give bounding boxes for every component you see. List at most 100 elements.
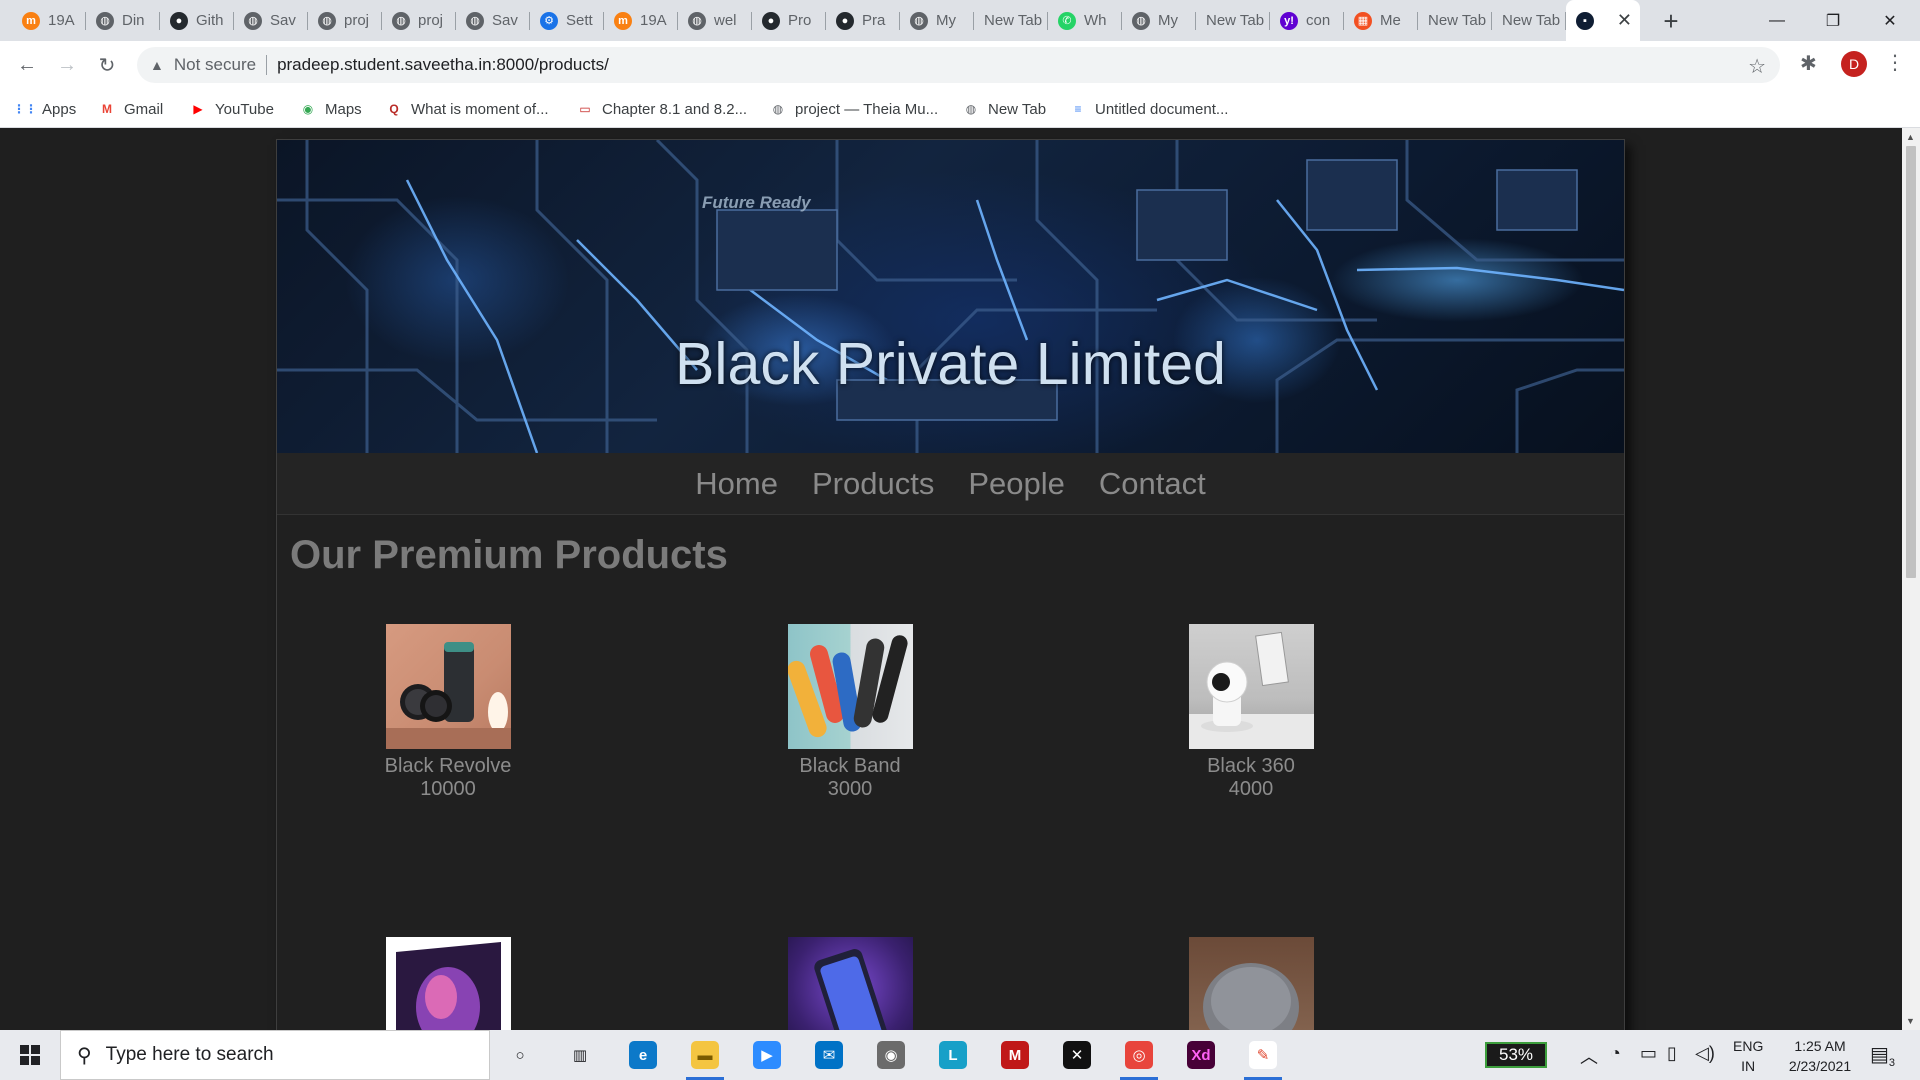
page-scrollbar[interactable]: ▲ ▼ — [1902, 128, 1920, 1030]
product-image-smartwatch-speaker[interactable] — [385, 624, 511, 749]
l-app-icon[interactable]: L — [928, 1035, 978, 1075]
nav-home[interactable]: Home — [695, 466, 778, 502]
bookmark-item[interactable]: ▶ YouTube — [190, 99, 274, 119]
browser-tab[interactable]: ◍ My — [900, 0, 974, 41]
taskbar-search[interactable]: ⚲ Type here to search — [60, 1030, 490, 1080]
forward-arrow-icon[interactable]: → — [51, 49, 83, 81]
meet-now-icon[interactable]: ▭ — [1640, 1043, 1657, 1064]
browser-tab[interactable]: ◍ Sav — [234, 0, 308, 41]
bookmark-item[interactable]: Q What is moment of... — [386, 99, 548, 119]
extensions-puzzle-icon[interactable]: ✱ — [1800, 51, 1817, 76]
wifi-icon[interactable]: ◔ — [1610, 1043, 1621, 1064]
scrollbar-thumb[interactable] — [1906, 146, 1916, 578]
browser-tab[interactable]: m 19A — [604, 0, 678, 41]
camera-icon[interactable]: ◉ — [866, 1035, 916, 1075]
circuit-board-art — [277, 140, 1624, 453]
browser-tab[interactable]: New Tab — [1196, 0, 1270, 41]
bookmark-item[interactable]: ▭ Chapter 8.1 and 8.2... — [577, 99, 747, 119]
product-card[interactable] — [348, 937, 548, 1030]
browser-tab[interactable]: ◍ My — [1122, 0, 1196, 41]
bookmark-label: Maps — [325, 100, 362, 118]
paint-icon[interactable]: ✎ — [1238, 1035, 1288, 1080]
browser-tab[interactable]: ◍ Sav — [456, 0, 530, 41]
globe-icon: ◍ — [392, 11, 410, 30]
windows-start-icon[interactable] — [0, 1030, 60, 1080]
browser-tab[interactable]: y! con — [1270, 0, 1344, 41]
product-card[interactable]: Black Revolve 10000 — [348, 624, 548, 801]
bookmark-item[interactable]: ≡ Untitled document... — [1070, 99, 1228, 119]
mcafee-icon[interactable]: M — [990, 1035, 1040, 1075]
product-image-smart-speaker[interactable] — [1188, 937, 1314, 1030]
browser-tab[interactable]: ● Pra — [826, 0, 900, 41]
product-image-tv[interactable] — [385, 937, 511, 1030]
task-view-glyph: ▥ — [572, 1047, 588, 1064]
volume-icon[interactable]: ◁) — [1695, 1043, 1715, 1064]
nav-people[interactable]: People — [968, 466, 1065, 502]
menu-kebab-icon[interactable]: ⋮ — [1885, 50, 1905, 75]
globe-icon: ◍ — [1132, 11, 1150, 30]
bookmark-star-icon[interactable]: ☆ — [1748, 54, 1766, 79]
xbox-icon[interactable]: ✕ — [1052, 1035, 1102, 1075]
browser-tab[interactable]: ◍ proj — [382, 0, 456, 41]
bookmark-item[interactable]: M Gmail — [99, 99, 163, 119]
nav-contact[interactable]: Contact — [1099, 466, 1206, 502]
task-view-icon[interactable]: ▥ — [555, 1035, 605, 1075]
address-bar[interactable]: ▲ Not secure pradeep.student.saveetha.in… — [137, 47, 1780, 83]
product-card[interactable] — [750, 937, 950, 1030]
youtube-icon: ▶ — [193, 102, 203, 116]
system-clock[interactable]: 1:25 AM 2/23/2021 — [1770, 1036, 1870, 1076]
product-card[interactable]: Black 360 4000 — [1151, 624, 1351, 801]
browser-tab[interactable]: New Tab — [974, 0, 1048, 41]
l-app-glyph: L — [939, 1041, 967, 1069]
browser-tab[interactable]: New Tab — [1492, 0, 1566, 41]
globe-icon: ◍ — [96, 11, 114, 30]
bookmarks-bar: ⋮⋮ Apps M Gmail ▶ YouTube ◉ Maps Q What is moment… — [0, 89, 1920, 128]
chrome-icon[interactable]: ◎ — [1114, 1035, 1164, 1080]
reload-icon[interactable]: ↻ — [91, 49, 123, 81]
browser-tab[interactable]: ◍ wel — [678, 0, 752, 41]
nav-products[interactable]: Products — [812, 466, 934, 502]
browser-tab[interactable]: ● Pro — [752, 0, 826, 41]
cortana-icon[interactable]: ○ — [495, 1035, 545, 1075]
product-card[interactable]: Black Band 3000 — [750, 624, 950, 801]
tab-close-icon[interactable]: ✕ — [1617, 11, 1632, 29]
battery-icon[interactable]: ▯ — [1667, 1043, 1677, 1064]
window-close-button[interactable]: ✕ — [1860, 0, 1920, 41]
edge-icon[interactable]: e — [618, 1035, 668, 1075]
edge-glyph: e — [629, 1041, 657, 1069]
product-image-security-camera[interactable] — [1188, 624, 1314, 749]
apps-grid-icon: ⋮⋮ — [13, 102, 37, 116]
profile-avatar[interactable]: D — [1841, 51, 1867, 77]
security-label[interactable]: Not secure — [174, 55, 256, 75]
browser-tab[interactable]: m 19A — [12, 0, 86, 41]
language-indicator[interactable]: ENG IN — [1733, 1036, 1763, 1076]
minimize-button[interactable]: — — [1747, 0, 1807, 41]
adobe-xd-icon[interactable]: Xd — [1176, 1035, 1226, 1075]
product-image-fitness-bands[interactable] — [787, 624, 913, 749]
browser-tab[interactable]: ◍ Din — [86, 0, 160, 41]
browser-tab[interactable]: ⚙ Sett — [530, 0, 604, 41]
bookmark-item[interactable]: ◍ New Tab — [963, 99, 1046, 119]
chevron-up-icon[interactable]: ︿ — [1580, 1043, 1598, 1069]
restore-button[interactable]: ❐ — [1803, 0, 1863, 41]
browser-tab[interactable]: ▦ Me — [1344, 0, 1418, 41]
file-explorer-icon[interactable]: ▬ — [680, 1035, 730, 1080]
url-text[interactable]: pradeep.student.saveetha.in:8000/product… — [277, 55, 609, 75]
browser-tab[interactable]: ◍ proj — [308, 0, 382, 41]
bookmark-item[interactable]: ⋮⋮ Apps — [13, 99, 76, 119]
product-card[interactable] — [1151, 937, 1351, 1030]
back-arrow-icon[interactable]: ← — [11, 49, 43, 81]
notification-center-icon[interactable]: ▤3 — [1870, 1042, 1895, 1069]
mail-icon[interactable]: ✉ — [804, 1035, 854, 1075]
bookmark-item[interactable]: ◉ Maps — [300, 99, 362, 119]
product-image-smartphone[interactable] — [787, 937, 913, 1030]
warning-icon[interactable]: ▲ — [150, 57, 164, 73]
battery-indicator[interactable]: 53% — [1485, 1042, 1547, 1068]
browser-tab[interactable]: New Tab — [1418, 0, 1492, 41]
bookmark-item[interactable]: ◍ project — Theia Mu... — [770, 99, 938, 119]
browser-tab[interactable]: ● Gith — [160, 0, 234, 41]
tab-active[interactable]: ▪ ✕ — [1566, 0, 1640, 41]
zoom-icon[interactable]: ▶ — [742, 1035, 792, 1075]
browser-tab[interactable]: ✆ Wh — [1048, 0, 1122, 41]
new-tab-button[interactable]: + — [1656, 6, 1686, 36]
